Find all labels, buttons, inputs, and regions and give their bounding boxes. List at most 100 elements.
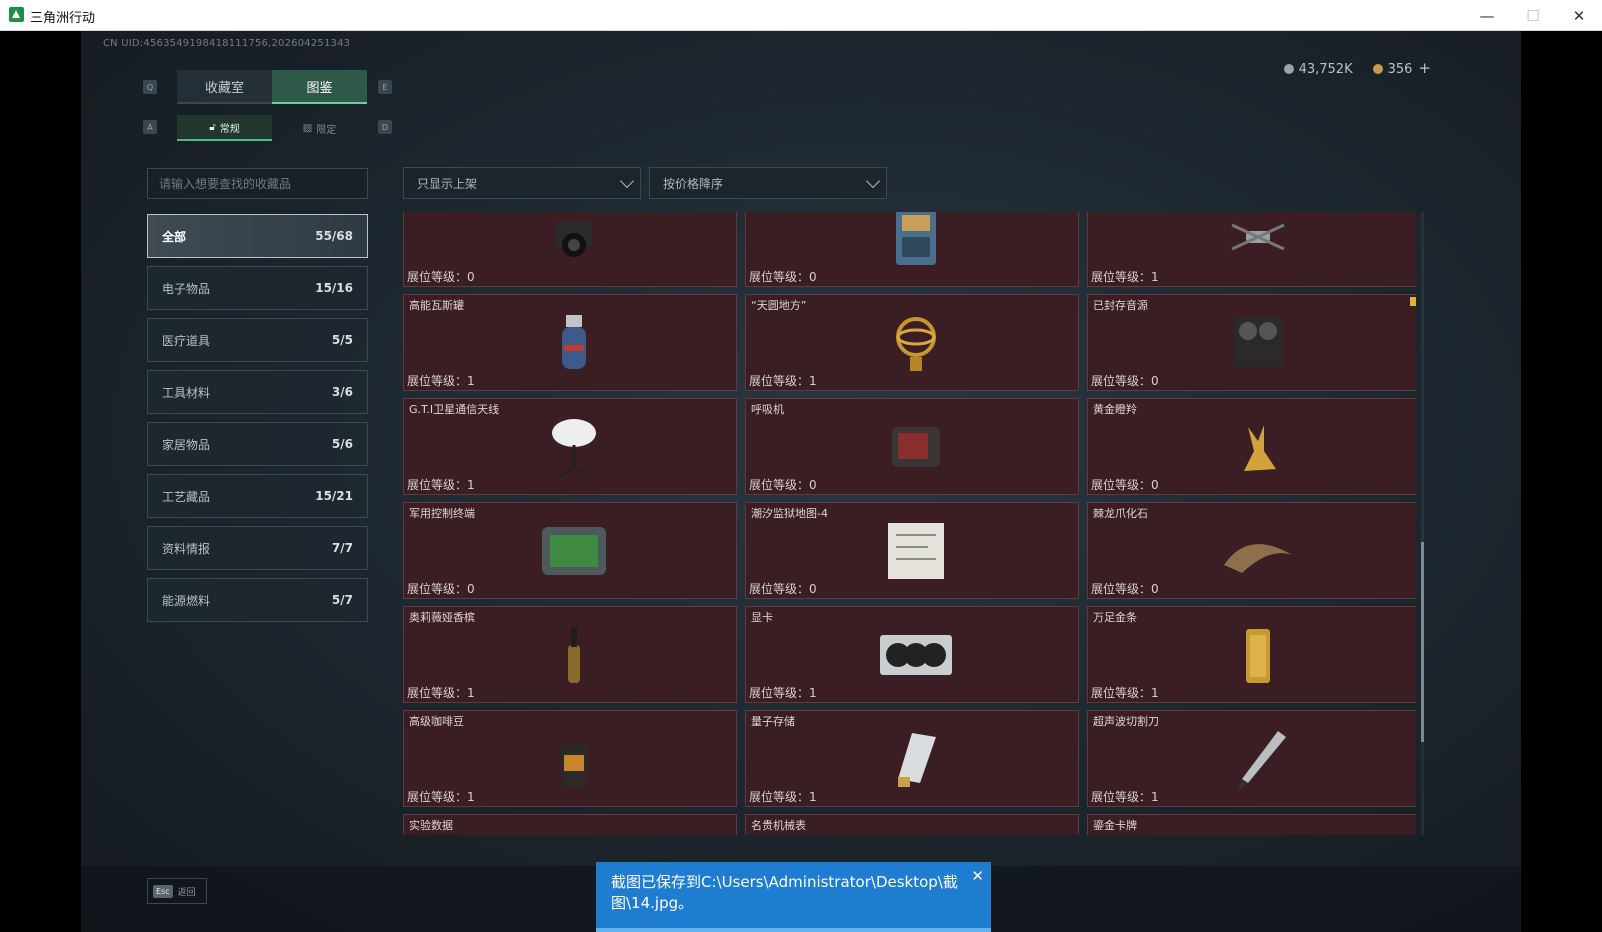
item-card[interactable]: 已封存音源 展位等级：0	[1087, 294, 1416, 391]
item-card[interactable]: G.T.I卫星通信天线 展位等级：1	[403, 398, 737, 495]
add-currency-button[interactable]: +	[1418, 59, 1431, 77]
minimize-icon[interactable]: —	[1464, 0, 1510, 31]
category-count: 7/7	[331, 541, 353, 555]
scroll-thumb[interactable]	[1421, 542, 1424, 742]
gold-gazelle-icon	[1244, 425, 1276, 471]
tab-collection-room[interactable]: 收藏室	[177, 70, 272, 104]
screenshot-toast: 截图已保存到C:\Users\Administrator\Desktop\截图\…	[596, 862, 991, 932]
category-count: 3/6	[331, 385, 353, 399]
search-input[interactable]	[147, 168, 368, 199]
champagne-icon	[568, 627, 580, 683]
category-count: 15/16	[315, 281, 353, 295]
item-card[interactable]: 名贵机械表	[745, 814, 1079, 835]
lock-open-icon: 🔓︎	[209, 121, 216, 133]
alert-badge-icon	[1410, 297, 1416, 306]
item-name: 万足金条	[1093, 611, 1137, 624]
item-name: 奥莉薇娅香槟	[409, 611, 475, 624]
control-terminal-icon	[542, 527, 606, 575]
item-card[interactable]: 超声波切割刀 展位等级：1	[1087, 710, 1416, 807]
item-level: 展位等级：0	[1091, 478, 1159, 492]
gold-bar-icon	[1246, 629, 1270, 683]
category-item[interactable]: 家居物品 5/6	[147, 422, 368, 466]
category-item[interactable]: 工艺藏品 15/21	[147, 474, 368, 518]
item-card[interactable]: 高能瓦斯罐 展位等级：1	[403, 294, 737, 391]
tab-regular[interactable]: 🔓︎ 常规	[177, 115, 272, 141]
uid-label: CN UID:4563549198418111756,202604251343	[103, 38, 351, 49]
close-icon[interactable]: ✕	[971, 866, 984, 887]
item-card[interactable]: 显卡展位等级：1	[745, 606, 1079, 703]
item-level: 展位等级：1	[1091, 686, 1159, 700]
category-item[interactable]: 医疗道具 5/5	[147, 318, 368, 362]
tab-catalog[interactable]: 图鉴	[272, 70, 367, 104]
item-level: 展位等级：1	[749, 790, 817, 804]
watch-icon	[876, 827, 956, 835]
keyhint-d: D	[378, 120, 392, 134]
keyhint-e: E	[378, 80, 392, 94]
maximize-icon[interactable]: ☐	[1510, 0, 1556, 31]
category-item[interactable]: 工具材料 3/6	[147, 370, 368, 414]
item-card[interactable]: 万足金条展位等级：1	[1087, 606, 1416, 703]
category-item[interactable]: 资料情报 7/7	[147, 526, 368, 570]
item-name: 黄金瞪羚	[1093, 403, 1137, 416]
item-level: 展位等级：0	[749, 478, 817, 492]
graphics-card-icon	[880, 635, 952, 675]
item-card[interactable]: 展位等级：0	[745, 212, 1079, 287]
sort-dropdown[interactable]: 按价格降序	[649, 167, 887, 199]
category-item[interactable]: 电子物品 15/16	[147, 266, 368, 310]
window-title: 三角洲行动	[30, 11, 96, 26]
ventilator-icon	[892, 427, 940, 467]
item-level: 展位等级：1	[407, 374, 475, 388]
esc-key-icon: Esc	[153, 884, 173, 898]
main-tabs: 收藏室 图鉴	[177, 70, 367, 104]
category-item[interactable]: 能源燃料 5/7	[147, 578, 368, 622]
item-card[interactable]: 量子存储展位等级：1	[745, 710, 1079, 807]
item-card[interactable]: 奥莉薇娅香槟 展位等级：1	[403, 606, 737, 703]
item-level: 展位等级：1	[749, 686, 817, 700]
item-level: 展位等级：0	[1091, 582, 1159, 596]
item-card[interactable]: 棘龙爪化石展位等级：0	[1087, 502, 1416, 599]
category-label: 家居物品	[162, 437, 211, 452]
coffee-bag-icon	[560, 745, 588, 787]
category-label: 医疗道具	[162, 333, 211, 348]
item-name: 量子存储	[751, 715, 795, 728]
item-card[interactable]: 展位等级：1	[1087, 212, 1416, 287]
grid-scrollbar[interactable]	[1421, 212, 1424, 835]
filter-dropdown[interactable]: 只显示上架	[403, 167, 641, 199]
collection-grid: 展位等级：0 展位等级：0 展位等级：1 高能瓦斯罐 展位等级：1 “天圆地方” 展位等级：…	[403, 212, 1416, 835]
tab-limited[interactable]: ▨ 限定	[272, 115, 367, 141]
item-level: 展位等级：0	[749, 270, 817, 284]
armillary-sphere-icon	[896, 317, 936, 371]
window-titlebar: 三角洲行动 — ☐ ✕	[0, 0, 1602, 31]
item-level: 展位等级：1	[749, 374, 817, 388]
gold-coin-icon	[1372, 64, 1383, 74]
item-card[interactable]: 呼吸机 展位等级：0	[745, 398, 1079, 495]
toast-progress	[596, 928, 991, 932]
category-label: 全部	[162, 229, 187, 244]
item-level: 展位等级：1	[407, 686, 475, 700]
item-name: 显卡	[751, 611, 773, 624]
keyhint-q: Q	[143, 80, 157, 94]
item-name: “天圆地方”	[751, 299, 807, 312]
item-card[interactable]: 展位等级：0	[403, 212, 737, 287]
item-card[interactable]: 高级咖啡豆 展位等级：1	[403, 710, 737, 807]
category-item[interactable]: 全部 55/68	[147, 214, 368, 258]
item-card[interactable]: 实验数据	[403, 814, 737, 835]
item-card[interactable]: 黄金瞪羚展位等级：0	[1087, 398, 1416, 495]
back-button[interactable]: Esc 返回	[147, 878, 207, 904]
item-level: 展位等级：1	[1091, 790, 1159, 804]
close-icon[interactable]: ✕	[1556, 0, 1602, 31]
item-name: 已封存音源	[1093, 299, 1148, 312]
category-list: 全部 55/68 电子物品 15/16 医疗道具 5/5 工具材料 3/6 家居物品 5/6 工艺藏…	[147, 214, 368, 630]
item-card[interactable]: 军用控制终端 展位等级：0	[403, 502, 737, 599]
gold-currency: 356 +	[1372, 59, 1431, 77]
item-card[interactable]: 潮汐监狱地图-4 展位等级：0	[745, 502, 1079, 599]
map-icon	[888, 523, 944, 579]
item-card[interactable]: “天圆地方” 展位等级：1	[745, 294, 1079, 391]
currency-bar: 43,752K 356 +	[1283, 59, 1431, 77]
item-name: G.T.I卫星通信天线	[409, 403, 500, 416]
item-card[interactable]: 鎏金卡牌	[1087, 814, 1416, 835]
item-name: 超声波切割刀	[1093, 715, 1159, 728]
item-name: 军用控制终端	[409, 507, 475, 520]
category-count: 55/68	[315, 229, 353, 243]
item-name: 棘龙爪化石	[1093, 507, 1148, 520]
